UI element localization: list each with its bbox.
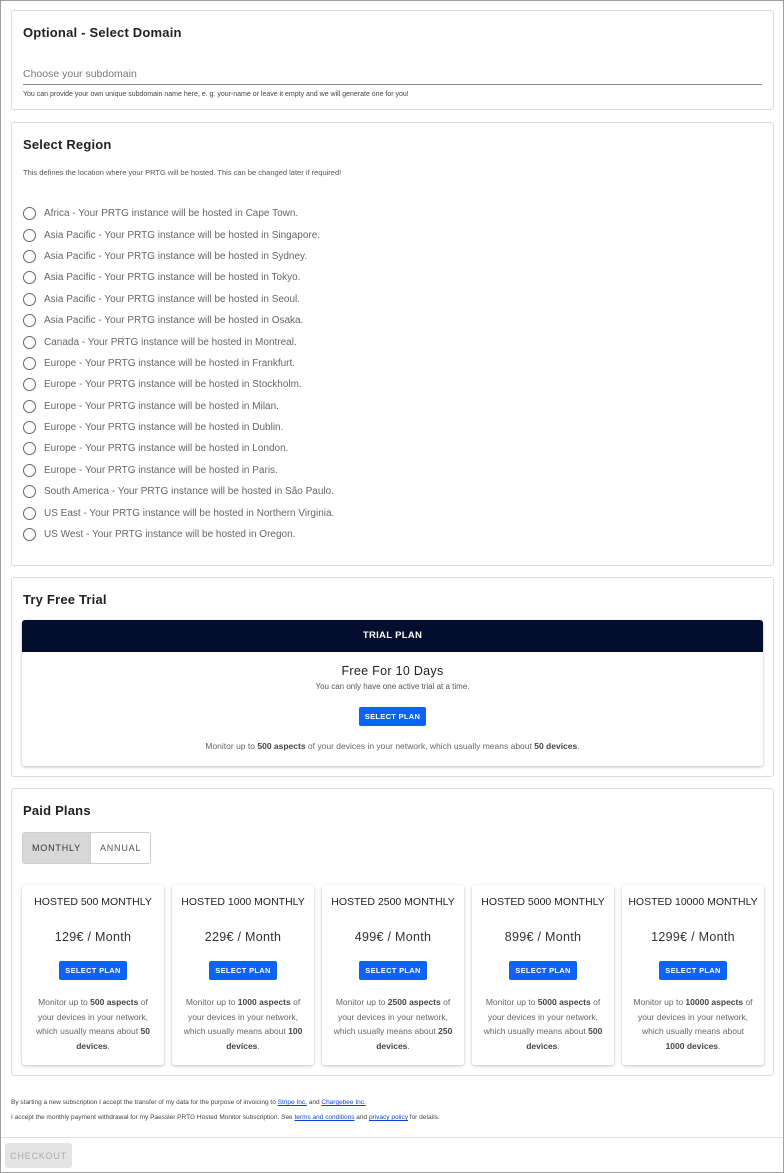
- plan-2500-select-button[interactable]: SELECT PLAN: [359, 961, 427, 980]
- plan-price: 129€ / Month: [54, 930, 132, 944]
- trial-plan-name: Free For 10 Days: [341, 664, 444, 678]
- plan-10000-select-button[interactable]: SELECT PLAN: [659, 961, 727, 980]
- region-option-london[interactable]: Europe - Your PRTG instance will be host…: [23, 438, 334, 459]
- stripe-link[interactable]: Stripe Inc.: [278, 1099, 307, 1106]
- trial-plan-note: You can only have one active trial at a …: [315, 682, 470, 691]
- plan-name: HOSTED 10000 MONTHLY: [628, 896, 758, 908]
- region-option-sydney[interactable]: Asia Pacific - Your PRTG instance will b…: [23, 246, 334, 267]
- region-option-northern-virginia[interactable]: US East - Your PRTG instance will be hos…: [23, 502, 334, 523]
- region-option-oregon[interactable]: US West - Your PRTG instance will be hos…: [23, 524, 334, 545]
- region-option-montreal[interactable]: Canada - Your PRTG instance will be host…: [23, 331, 334, 352]
- region-option-seoul[interactable]: Asia Pacific - Your PRTG instance will b…: [23, 289, 334, 310]
- region-option-cape-town[interactable]: Africa - Your PRTG instance will be host…: [23, 203, 334, 224]
- region-option-dublin[interactable]: Europe - Your PRTG instance will be host…: [23, 417, 334, 438]
- plan-name: HOSTED 500 MONTHLY: [34, 896, 152, 908]
- plan-card-2500: HOSTED 2500 MONTHLY 499€ / Month SELECT …: [322, 885, 464, 1065]
- region-option-singapore[interactable]: Asia Pacific - Your PRTG instance will b…: [23, 224, 334, 245]
- plan-price: 1299€ / Month: [651, 930, 735, 944]
- radio-icon[interactable]: [23, 463, 36, 477]
- plan-price: 899€ / Month: [504, 930, 582, 944]
- region-option-milan[interactable]: Europe - Your PRTG instance will be host…: [23, 396, 334, 417]
- checkout-button[interactable]: CHECKOUT: [5, 1143, 72, 1168]
- privacy-link[interactable]: privacy policy: [369, 1114, 408, 1121]
- region-option-osaka[interactable]: Asia Pacific - Your PRTG instance will b…: [23, 310, 334, 331]
- trial-plan-description: Monitor up to 500 aspects of your device…: [205, 741, 580, 751]
- region-radio-group: Africa - Your PRTG instance will be host…: [23, 203, 334, 545]
- radio-icon[interactable]: [23, 292, 36, 306]
- radio-icon[interactable]: [23, 506, 36, 520]
- domain-card: Optional - Select Domain You can provide…: [11, 10, 774, 110]
- subdomain-hint: You can provide your own unique subdomai…: [23, 91, 409, 98]
- plan-500-select-button[interactable]: SELECT PLAN: [59, 961, 127, 980]
- legal-payment-withdrawal: I accept the monthly payment withdrawal …: [11, 1114, 440, 1121]
- legal-data-transfer: By starting a new subscription I accept …: [11, 1099, 366, 1106]
- plan-name: HOSTED 1000 MONTHLY: [181, 896, 305, 908]
- plan-name: HOSTED 2500 MONTHLY: [331, 896, 455, 908]
- plan-description: Monitor up to 1000 aspects of your devic…: [183, 997, 303, 1051]
- plan-1000-select-button[interactable]: SELECT PLAN: [209, 961, 277, 980]
- region-option-frankfurt[interactable]: Europe - Your PRTG instance will be host…: [23, 353, 334, 374]
- region-option-sao-paulo[interactable]: South America - Your PRTG instance will …: [23, 481, 334, 502]
- radio-icon[interactable]: [23, 399, 36, 413]
- trial-plan-header: TRIAL PLAN: [22, 620, 763, 652]
- plan-description: Monitor up to 500 aspects of your device…: [36, 997, 150, 1051]
- subdomain-input[interactable]: [23, 63, 762, 85]
- toggle-annual[interactable]: ANNUAL: [90, 833, 151, 863]
- plan-price: 229€ / Month: [204, 930, 282, 944]
- trial-title: Try Free Trial: [23, 592, 107, 607]
- radio-icon[interactable]: [23, 442, 36, 456]
- radio-icon[interactable]: [23, 356, 36, 370]
- plan-card-10000: HOSTED 10000 MONTHLY 1299€ / Month SELEC…: [622, 885, 764, 1065]
- radio-icon[interactable]: [23, 421, 36, 435]
- radio-icon[interactable]: [23, 378, 36, 392]
- paid-plans-title: Paid Plans: [23, 803, 91, 818]
- domain-title: Optional - Select Domain: [23, 25, 182, 40]
- paid-plans-card: Paid Plans MONTHLY ANNUAL HOSTED 500 MON…: [11, 788, 774, 1076]
- radio-icon[interactable]: [23, 228, 36, 242]
- plan-card-5000: HOSTED 5000 MONTHLY 899€ / Month SELECT …: [472, 885, 614, 1065]
- plan-description: Monitor up to 5000 aspects of your devic…: [483, 997, 603, 1051]
- plan-card-1000: HOSTED 1000 MONTHLY 229€ / Month SELECT …: [172, 885, 314, 1065]
- radio-icon[interactable]: [23, 485, 36, 499]
- radio-icon[interactable]: [23, 335, 36, 349]
- trial-select-plan-button[interactable]: SELECT PLAN: [358, 707, 427, 726]
- billing-period-toggle: MONTHLY ANNUAL: [22, 832, 152, 864]
- radio-icon[interactable]: [23, 271, 36, 285]
- plan-card-500: HOSTED 500 MONTHLY 129€ / Month SELECT P…: [22, 885, 164, 1065]
- region-title: Select Region: [23, 137, 112, 152]
- plan-name: HOSTED 5000 MONTHLY: [481, 896, 605, 908]
- plan-5000-select-button[interactable]: SELECT PLAN: [509, 961, 577, 980]
- region-option-paris[interactable]: Europe - Your PRTG instance will be host…: [23, 460, 334, 481]
- chargebee-link[interactable]: Chargebee Inc.: [321, 1099, 365, 1106]
- radio-icon[interactable]: [23, 314, 36, 328]
- plan-description: Monitor up to 10000 aspects of your devi…: [633, 997, 753, 1051]
- plan-price: 499€ / Month: [354, 930, 432, 944]
- region-card: Select Region This defines the location …: [11, 122, 774, 566]
- region-option-tokyo[interactable]: Asia Pacific - Your PRTG instance will b…: [23, 267, 334, 288]
- toggle-monthly[interactable]: MONTHLY: [23, 833, 91, 863]
- region-description: This defines the location where your PRT…: [23, 168, 342, 177]
- terms-link[interactable]: terms and conditions: [294, 1114, 354, 1121]
- radio-icon[interactable]: [23, 249, 36, 263]
- region-option-stockholm[interactable]: Europe - Your PRTG instance will be host…: [23, 374, 334, 395]
- radio-icon[interactable]: [23, 207, 36, 221]
- plan-description: Monitor up to 2500 aspects of your devic…: [333, 997, 453, 1051]
- radio-icon[interactable]: [23, 528, 36, 542]
- footer-divider: [1, 1137, 783, 1138]
- trial-card: Try Free Trial TRIAL PLAN Free For 10 Da…: [11, 577, 774, 777]
- plan-list: HOSTED 500 MONTHLY 129€ / Month SELECT P…: [22, 885, 764, 1065]
- trial-plan-box: TRIAL PLAN Free For 10 Days You can only…: [22, 620, 763, 766]
